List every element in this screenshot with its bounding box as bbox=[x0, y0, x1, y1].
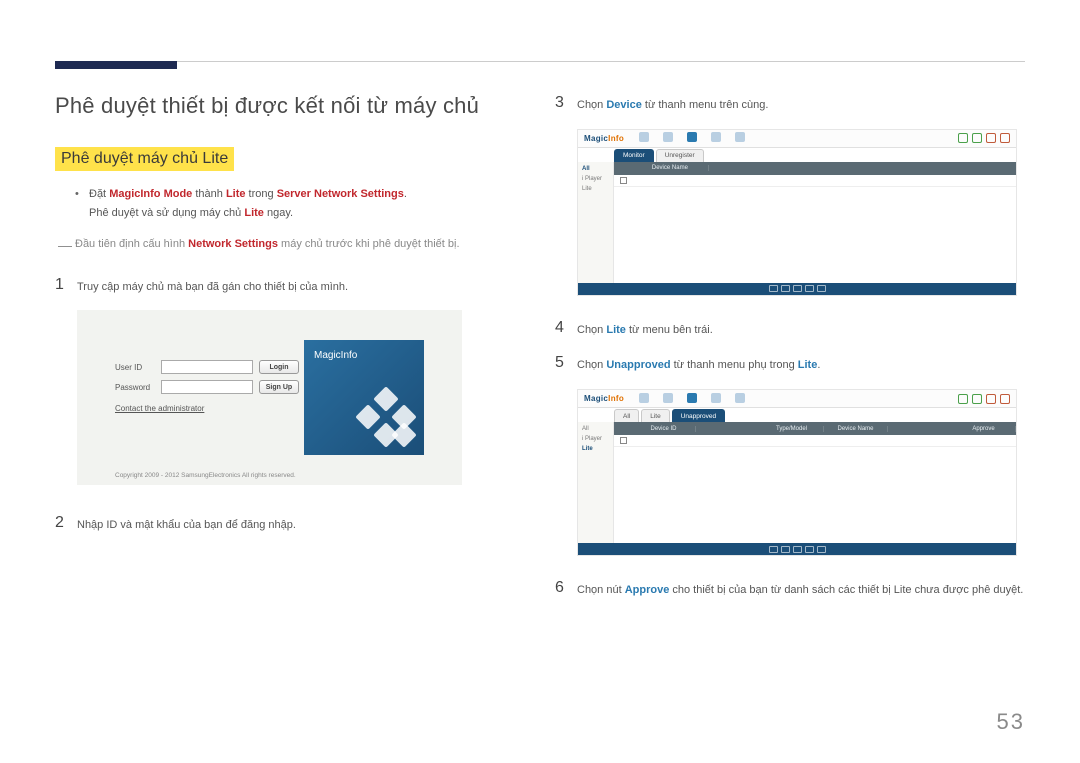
note-text: Đầu tiên định cấu hình Network Settings … bbox=[75, 236, 525, 258]
nav-content-icon bbox=[638, 393, 650, 405]
side-iplayer: i Player bbox=[582, 436, 609, 442]
note-row: ― Đầu tiên định cấu hình Network Setting… bbox=[55, 236, 525, 258]
step-number: 5 bbox=[555, 353, 577, 375]
page-content: Phê duyệt thiết bị được kết nối từ máy c… bbox=[55, 93, 1025, 614]
side-all: All bbox=[582, 166, 609, 172]
keyword-magicinfo-mode: MagicInfo Mode bbox=[109, 188, 192, 200]
keyword-lite-3: Lite bbox=[798, 359, 818, 371]
step-3: 3 Chọn Device từ thanh menu trên cùng. bbox=[555, 93, 1025, 115]
bullet-block: • Đặt MagicInfo Mode thành Lite trong Se… bbox=[75, 185, 525, 222]
bullet-dot-icon: • bbox=[75, 185, 89, 222]
copyright-text: Copyright 2009 - 2012 SamsungElectronics… bbox=[115, 472, 296, 479]
side-all: All bbox=[582, 426, 609, 432]
note-dash-icon: ― bbox=[55, 234, 75, 256]
step-1: 1 Truy cập máy chủ mà bạn đã gán cho thi… bbox=[55, 275, 525, 297]
right-column: 3 Chọn Device từ thanh menu trên cùng. M… bbox=[555, 93, 1025, 614]
status-icons bbox=[958, 394, 1010, 404]
app-logo: MagicInfo bbox=[584, 394, 624, 403]
tab-unregister: Unregister bbox=[656, 149, 704, 162]
nav-schedule-icon bbox=[662, 393, 674, 405]
table-row bbox=[614, 435, 1016, 447]
brand-text: MagicInfo bbox=[314, 350, 357, 361]
page-number: 53 bbox=[997, 709, 1025, 735]
keyword-approve: Approve bbox=[625, 584, 670, 596]
nav-user-icon bbox=[710, 393, 722, 405]
keyword-server-network-settings: Server Network Settings bbox=[277, 188, 404, 200]
table-header: Device ID Type/Model Device Name Approve bbox=[614, 422, 1016, 435]
brand-logo-icon bbox=[359, 390, 414, 445]
nav-user-icon bbox=[710, 132, 722, 144]
step-text: Chọn Device từ thanh menu trên cùng. bbox=[577, 93, 1025, 115]
keyword-lite: Lite bbox=[606, 324, 626, 336]
step-text: Nhập ID và mật khẩu của bạn để đăng nhập… bbox=[77, 513, 525, 535]
step-text: Truy cập máy chủ mà bạn đã gán cho thiết… bbox=[77, 275, 525, 297]
step-2: 2 Nhập ID và mật khẩu của bạn để đăng nh… bbox=[55, 513, 525, 535]
nav-content-icon bbox=[638, 132, 650, 144]
header-rule bbox=[55, 61, 1025, 69]
step-number: 6 bbox=[555, 578, 577, 600]
top-nav-icons bbox=[638, 393, 746, 405]
app-logo: MagicInfo bbox=[584, 134, 624, 143]
side-lite: Lite bbox=[582, 186, 609, 192]
figure-device-screenshot-1: MagicInfo Monitor Unregister All bbox=[577, 129, 1017, 296]
contact-admin-link: Contact the administrator bbox=[115, 404, 299, 413]
tab-monitor: Monitor bbox=[614, 149, 654, 162]
step-number: 1 bbox=[55, 275, 77, 297]
step-6: 6 Chọn nút Approve cho thiết bị của bạn … bbox=[555, 578, 1025, 600]
signup-button: Sign Up bbox=[259, 380, 299, 394]
figure-login-screenshot: User ID Login Password Sign Up Contact t… bbox=[77, 310, 462, 485]
login-brand-panel: MagicInfo bbox=[304, 340, 424, 455]
login-button: Login bbox=[259, 360, 299, 374]
side-lite: Lite bbox=[582, 446, 609, 452]
step-5: 5 Chọn Unapproved từ thanh menu phụ tron… bbox=[555, 353, 1025, 375]
nav-setting-icon bbox=[734, 393, 746, 405]
login-user-label: User ID bbox=[115, 363, 161, 372]
keyword-lite: Lite bbox=[226, 188, 246, 200]
page-title: Phê duyệt thiết bị được kết nối từ máy c… bbox=[55, 93, 525, 119]
top-nav-icons bbox=[638, 132, 746, 144]
bullet-text: Đặt MagicInfo Mode thành Lite trong Serv… bbox=[89, 185, 525, 222]
step-number: 2 bbox=[55, 513, 77, 535]
table-rows bbox=[614, 435, 1016, 543]
app-footer-pager bbox=[578, 283, 1016, 295]
side-iplayer: i Player bbox=[582, 176, 609, 182]
header-accent bbox=[55, 61, 177, 69]
tab-unapproved: Unapproved bbox=[672, 409, 725, 422]
keyword-unapproved: Unapproved bbox=[606, 359, 670, 371]
step-number: 3 bbox=[555, 93, 577, 115]
side-menu: All i Player Lite bbox=[578, 162, 614, 283]
checkbox-icon bbox=[620, 177, 627, 184]
nav-device-icon bbox=[686, 393, 698, 405]
login-user-input bbox=[161, 360, 253, 374]
nav-schedule-icon bbox=[662, 132, 674, 144]
side-menu: All i Player Lite bbox=[578, 422, 614, 543]
nav-setting-icon bbox=[734, 132, 746, 144]
tab-lite: Lite bbox=[641, 409, 669, 422]
figure-device-screenshot-2: MagicInfo All Lite Unapproved bbox=[577, 389, 1017, 556]
keyword-device: Device bbox=[606, 99, 641, 111]
login-pass-input bbox=[161, 380, 253, 394]
app-footer-pager bbox=[578, 543, 1016, 555]
keyword-lite-2: Lite bbox=[244, 207, 264, 219]
step-text: Chọn Unapproved từ thanh menu phụ trong … bbox=[577, 353, 1025, 375]
left-column: Phê duyệt thiết bị được kết nối từ máy c… bbox=[55, 93, 525, 614]
section-title: Phê duyệt máy chủ Lite bbox=[55, 147, 234, 171]
tab-all: All bbox=[614, 409, 639, 422]
step-text: Chọn nút Approve cho thiết bị của bạn từ… bbox=[577, 578, 1025, 600]
table-header: Device Name bbox=[614, 162, 1016, 175]
nav-device-icon bbox=[686, 132, 698, 144]
step-text: Chọn Lite từ menu bên trái. bbox=[577, 318, 1025, 340]
login-pass-label: Password bbox=[115, 383, 161, 392]
checkbox-icon bbox=[620, 437, 627, 444]
keyword-network-settings: Network Settings bbox=[188, 238, 278, 250]
step-4: 4 Chọn Lite từ menu bên trái. bbox=[555, 318, 1025, 340]
step-number: 4 bbox=[555, 318, 577, 340]
table-rows-empty bbox=[614, 175, 1016, 283]
status-icons bbox=[958, 133, 1010, 143]
